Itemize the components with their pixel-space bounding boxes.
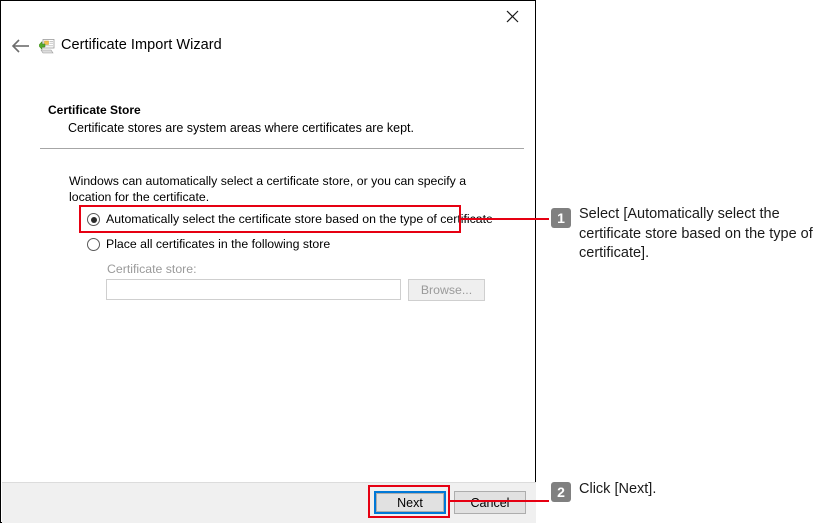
back-arrow-icon[interactable]: [9, 35, 33, 57]
certificate-import-icon: [38, 38, 56, 55]
annotation-text-1: Select [Automatically select the certifi…: [579, 206, 813, 261]
certificate-store-label: Certificate store:: [107, 262, 197, 276]
title-bar: Certificate Import Wizard: [1, 1, 535, 69]
radio-auto-select-store[interactable]: Automatically select the certificate sto…: [87, 212, 493, 227]
radio-indicator-selected: [87, 213, 100, 226]
page-title: Certificate Store: [48, 103, 141, 117]
radio-auto-select-store-label: Automatically select the certificate sto…: [106, 212, 493, 226]
window-title: Certificate Import Wizard: [61, 37, 222, 53]
annotation-badge-2: 2: [551, 482, 571, 502]
certificate-store-input[interactable]: [106, 279, 401, 300]
next-button[interactable]: Next: [374, 491, 446, 514]
close-icon[interactable]: [490, 2, 534, 31]
radio-indicator-unselected: [87, 238, 100, 251]
page-subtitle: Certificate stores are system areas wher…: [68, 121, 414, 135]
header-divider: [40, 148, 524, 149]
annotation-badge-1: 1: [551, 208, 571, 228]
cancel-button[interactable]: Cancel: [454, 491, 526, 514]
annotation-text-2: Click [Next].: [579, 481, 657, 497]
radio-place-in-store[interactable]: Place all certificates in the following …: [87, 237, 330, 252]
browse-button[interactable]: Browse...: [408, 279, 485, 301]
intro-text: Windows can automatically select a certi…: [69, 174, 467, 204]
certificate-import-wizard-window: Certificate Import Wizard Certificate St…: [0, 0, 536, 523]
next-button-label: Next: [376, 493, 444, 512]
radio-place-in-store-label: Place all certificates in the following …: [106, 237, 331, 251]
